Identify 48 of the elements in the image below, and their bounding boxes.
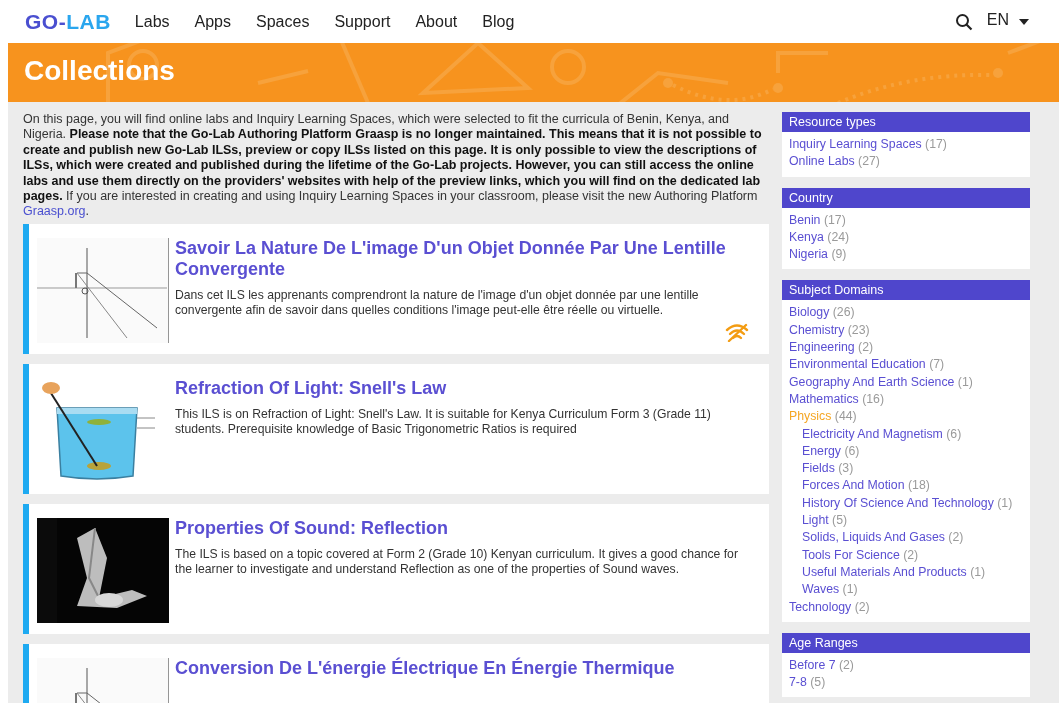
search-icon[interactable] bbox=[954, 12, 973, 31]
filter-link[interactable]: Biology (26) bbox=[789, 305, 855, 320]
filter-link[interactable]: Nigeria (9) bbox=[789, 247, 847, 262]
filter-link[interactable]: Technology (2) bbox=[789, 599, 870, 614]
filter-link[interactable]: Useful Materials And Products (1) bbox=[802, 564, 986, 579]
filter-link[interactable]: Energy (6) bbox=[802, 443, 860, 458]
filter-link[interactable]: Fields (3) bbox=[802, 461, 854, 476]
nav-link[interactable]: Support bbox=[334, 12, 391, 31]
filter-link[interactable]: Kenya (24) bbox=[789, 229, 850, 244]
caret-icon bbox=[1019, 18, 1029, 25]
card-title-link[interactable]: Conversion De L'énergie Électrique En Énergie Thermique bbox=[175, 657, 757, 679]
filter-link[interactable]: Engineering (2) bbox=[789, 340, 874, 355]
filter-link[interactable]: Benin (17) bbox=[789, 212, 846, 227]
nav-link[interactable]: Apps bbox=[194, 12, 231, 31]
nav-link[interactable]: Spaces bbox=[256, 12, 310, 31]
filter-link[interactable]: Electricity And Magnetism (6) bbox=[802, 426, 962, 441]
panel-heading: Subject Domains bbox=[782, 280, 1030, 301]
nav-link[interactable]: Blog bbox=[482, 12, 515, 31]
card-title-link[interactable]: Savoir La Nature De L'image D'un Objet Donnée Par Une Lentille Convergente bbox=[175, 237, 757, 280]
filter-link[interactable]: Forces And Motion (18) bbox=[802, 478, 930, 493]
card-description: Dans cet ILS les apprenants comprendront la nature de l'image d'un objet donnée par une lentille convergente afin de savoir dans quelles conditions l'image peut-elle être réelle ou virtuelle. bbox=[175, 287, 700, 318]
filter-link[interactable]: Environmental Education (7) bbox=[789, 357, 945, 372]
filter-link[interactable]: Online Labs (27) bbox=[789, 154, 880, 169]
filter-link[interactable]: Inquiry Learning Spaces (17) bbox=[789, 137, 947, 151]
nav-link[interactable]: Labs bbox=[134, 12, 170, 31]
intro-paragraph: On this page, you will find online labs and Inquiry Learning Spaces, which were selected to fit the curricula of Benin, Kenya, and Nigeria. Please note that the Go-Lab Authoring Platform Graasp is no longer maintained. This means that it is not possible to create and publish new Go-Lab ILSs, preview or copy ILSs listed on this page. It is only possible to view the descriptions of ILSs, which were created and published during the lifetime of the Go-Lab projects. However, you can still access the online labs and use them directly on the providers' websites with help of the preview links, which you will find on the dedicated lab pages. If you are interested in creating and using Inquiry Learning Spaces in your classroom, please visit the new Authoring Platform Graasp.org. bbox=[23, 112, 763, 220]
panel-heading: Resource types bbox=[782, 112, 1030, 132]
filter-link[interactable]: Solids, Liquids And Gases (2) bbox=[802, 530, 964, 545]
panel-heading: Country bbox=[782, 187, 1030, 208]
filter-link[interactable]: History Of Science And Technology (1) bbox=[802, 495, 1013, 510]
panel-heading: Age Ranges bbox=[782, 632, 1030, 653]
logo[interactable]: GO-LAB bbox=[25, 9, 111, 34]
filter-link[interactable]: Before 7 (2) bbox=[789, 657, 854, 672]
filter-link[interactable]: Geography And Earth Science (1) bbox=[789, 374, 973, 389]
graasp-link[interactable]: Graasp.org bbox=[23, 204, 86, 219]
filter-link[interactable]: Waves (1) bbox=[802, 582, 858, 597]
filter-link[interactable]: Tools For Science (2) bbox=[802, 547, 919, 562]
language-dropdown[interactable]: EN bbox=[986, 10, 1029, 33]
filter-link[interactable]: Light (5) bbox=[802, 513, 848, 528]
card-title-link[interactable]: Properties Of Sound: Reflection bbox=[175, 517, 757, 539]
card-title-link[interactable]: Refraction Of Light: Snell's Law bbox=[175, 377, 757, 399]
filter-link[interactable]: 7-8 (5) bbox=[789, 675, 826, 690]
filter-link[interactable]: Mathematics (16) bbox=[789, 391, 884, 406]
card-description: The ILS is based on a topic covered at Form 2 (Grade 10) Kenyan curriculum. It gives a good chance for the learner to investigate and understand Reflection as one of the properties of Sound waves. bbox=[175, 546, 739, 577]
page-title: Collections bbox=[23, 54, 175, 87]
card-description: This ILS is on Refraction of Light: Snell's Law. It is suitable for Kenya Curriculum Form 3 (Grade 11) students. Prerequisite knowledge of Basic Trigonometric Ratios is required bbox=[175, 406, 712, 437]
nav-link[interactable]: About bbox=[415, 12, 458, 31]
filter-link[interactable]: Chemistry (23) bbox=[789, 322, 870, 337]
